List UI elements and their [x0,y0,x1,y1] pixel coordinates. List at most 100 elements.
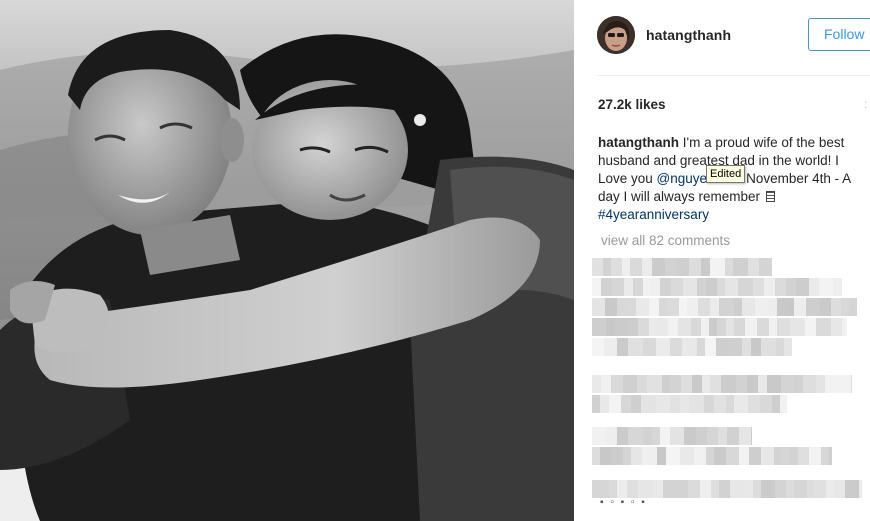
blur-pixel [816,318,831,336]
blur-pixel [742,338,751,356]
blur-pixel [775,278,786,296]
blur-pixel [601,278,612,296]
blur-pixel [749,447,761,465]
blur-pixel [611,447,623,465]
post-photo[interactable] [0,0,574,521]
follow-button[interactable]: Follow [808,18,870,51]
blur-pixel [621,395,631,413]
blur-pixel [748,395,760,413]
blur-pixel [603,258,611,276]
blur-pixel [663,480,674,498]
blur-pixel [719,480,730,498]
blur-pixel [670,375,681,393]
blur-pixel [725,258,733,276]
blur-pixel [689,258,701,276]
blur-pixel [833,278,842,296]
blur-pixel [642,258,652,276]
blur-pixel [796,278,809,296]
blur-pixel [617,338,628,356]
blur-pixel [745,318,757,336]
blur-pixel [761,338,776,356]
blur-pixel [733,258,748,276]
likes-count[interactable]: 27.2k likes [598,97,666,112]
blur-pixel [604,338,617,356]
blur-pixel [641,395,656,413]
blur-pixel [710,258,725,276]
blur-pixel [761,480,775,498]
blur-pixel [758,375,767,393]
blur-pixel [793,375,803,393]
blur-pixel [700,480,711,498]
blur-pixel [642,447,657,465]
blur-pixel [670,427,684,445]
blur-pixel [679,298,687,316]
blur-pixel [606,427,617,445]
blur-pixel [611,258,622,276]
blur-pixel [710,298,719,316]
blur-pixel [627,298,636,316]
blur-pixel [652,427,660,445]
blur-pixel [637,375,647,393]
blur-pixel [681,375,692,393]
blur-pixel [630,258,642,276]
blur-pixel [688,480,700,498]
blur-pixel [747,375,758,393]
blurred-comment-row [592,278,842,296]
blur-pixel [592,278,601,296]
blur-pixel [819,278,833,296]
blur-pixel [638,480,653,498]
blur-pixel [592,375,601,393]
blur-pixel [609,480,617,498]
blur-pixel [739,447,749,465]
blur-pixel [617,298,627,316]
blur-pixel [717,318,726,336]
blur-pixel [840,375,851,393]
blur-pixel [738,278,753,296]
blur-pixel [786,278,796,296]
blurred-comment-row [592,338,792,356]
blur-pixel [809,278,819,296]
blur-pixel [748,258,759,276]
caption-hashtag[interactable]: #4yearanniversary [598,207,709,222]
blur-pixel [716,338,729,356]
blur-pixel [734,298,742,316]
blur-pixel [726,395,734,413]
blur-pixel [755,298,768,316]
blur-pixel [742,298,755,316]
blur-pixel [757,318,769,336]
blur-pixel [841,298,849,316]
view-all-comments-link[interactable]: view all 82 comments [601,233,730,248]
flag-icon [765,191,775,202]
blur-pixel [592,298,605,316]
blur-pixel [842,318,847,336]
blur-pixel [652,258,665,276]
blurred-comments [592,255,862,500]
blur-pixel [769,318,777,336]
blur-pixel [638,318,649,336]
blur-pixel [623,447,631,465]
blur-pixel [656,395,670,413]
blur-pixel [726,447,739,465]
blur-pixel [636,298,649,316]
blur-pixel [611,375,623,393]
blur-pixel [820,298,831,316]
blur-pixel [687,298,698,316]
blur-pixel [662,375,670,393]
blur-pixel [600,395,609,413]
blurred-comment-row [592,298,857,316]
blur-pixel [768,298,777,316]
blur-pixel [612,278,624,296]
post-sidebar: hatangthanh Follow 27.2k likes : hatangt… [574,0,870,521]
blur-pixel [711,480,719,498]
blur-pixel [829,447,832,465]
blur-pixel [615,318,627,336]
blur-pixel [702,375,710,393]
caption-username[interactable]: hatangthanh [598,135,679,150]
blur-pixel [761,447,774,465]
blur-pixel [759,258,772,276]
post-username[interactable]: hatangthanh [646,27,731,43]
blur-pixel [592,395,600,413]
blur-pixel [656,338,670,356]
avatar-image [597,16,635,54]
avatar[interactable] [597,16,635,54]
